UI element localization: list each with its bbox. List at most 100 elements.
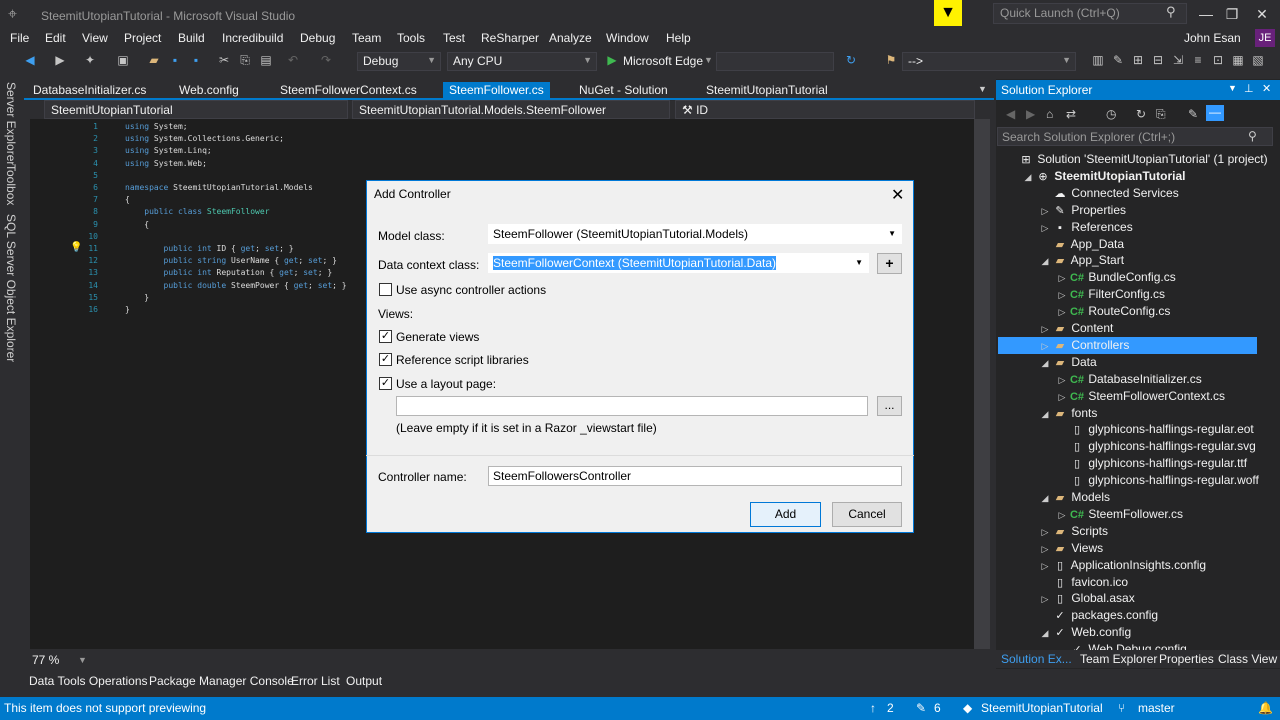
tab-class-view[interactable]: Class View — [1218, 652, 1277, 666]
generate-views-checkbox[interactable]: ✓ — [379, 330, 392, 343]
close-icon[interactable]: ✕ — [891, 185, 904, 205]
menu-window[interactable]: Window — [606, 31, 649, 45]
tab-nuget-solution[interactable]: NuGet - Solution — [573, 82, 674, 98]
add-data-context-button[interactable]: + — [877, 253, 902, 274]
cut-icon[interactable]: ✂ — [216, 52, 232, 68]
home-icon[interactable]: ⌂ — [1046, 107, 1053, 121]
code-line[interactable]: namespace SteemitUtopianTutorial.Models — [125, 182, 313, 194]
menu-edit[interactable]: Edit — [45, 31, 66, 45]
empty-toolbar-combo[interactable] — [716, 52, 834, 71]
code-line[interactable]: public class SteemFollower — [125, 206, 269, 218]
expander-icon[interactable]: ▷ — [1055, 507, 1069, 524]
tree-node[interactable]: ▷ C# FilterConfig.cs — [998, 286, 1257, 303]
tree-node[interactable]: ▯ glyphicons-halflings-regular.eot — [998, 421, 1257, 438]
code-line[interactable]: } — [125, 304, 130, 316]
server-explorer-tab[interactable]: Server Explorer — [4, 82, 18, 165]
chevron-down-icon[interactable]: ▼ — [1228, 83, 1237, 93]
tree-node[interactable]: ▷ ▰ Scripts — [998, 523, 1257, 540]
expander-icon[interactable]: ▷ — [1055, 372, 1069, 389]
wrench-icon[interactable]: ✎ — [1110, 52, 1126, 68]
tree-node[interactable]: ▷ C# BundleConfig.cs — [998, 269, 1257, 286]
data-context-select[interactable]: SteemFollowerContext (SteemitUtopianTuto… — [488, 253, 869, 273]
search-icon[interactable]: ⚲ — [1248, 129, 1257, 143]
tab-web-config[interactable]: Web.config — [173, 82, 245, 98]
run-target[interactable]: Microsoft Edge — [623, 54, 703, 68]
tab-data-tools-operations[interactable]: Data Tools Operations — [29, 674, 148, 688]
expander-icon[interactable]: ▷ — [1038, 220, 1052, 237]
tree-node[interactable]: ◢ ✓ Web.config — [998, 624, 1257, 641]
zoom-level[interactable]: 77 % — [32, 653, 59, 667]
code-line[interactable]: { — [125, 194, 130, 206]
extra-toolbar-combo[interactable]: --> ▼ — [902, 52, 1076, 71]
tree-node[interactable]: ▷ C# RouteConfig.cs — [998, 303, 1257, 320]
tab-team-explorer[interactable]: Team Explorer — [1080, 652, 1157, 666]
tree-node[interactable]: ▷ ▪ References — [998, 219, 1257, 236]
code-line[interactable]: public double SteemPower { get; set; } — [125, 280, 347, 292]
tab-steemfollower[interactable]: SteemFollower.cs — [443, 82, 550, 98]
avatar[interactable]: JE — [1255, 29, 1275, 47]
model-class-select[interactable]: SteemFollower (SteemitUtopianTutorial.Mo… — [488, 224, 902, 244]
wrench-icon[interactable]: ✎ — [1188, 107, 1198, 121]
tree-node[interactable]: ▷ ▰ Views — [998, 540, 1257, 557]
tree-node[interactable]: ▷ C# SteemFollowerContext.cs — [998, 388, 1257, 405]
sync-icon[interactable]: ⇄ — [1066, 107, 1076, 121]
menu-tools[interactable]: Tools — [397, 31, 425, 45]
code-line[interactable]: public int ID { get; set; } — [125, 243, 294, 255]
toolbox-tab[interactable]: Toolbox — [4, 164, 18, 205]
refresh-icon[interactable]: ↻ — [843, 52, 859, 68]
expander-icon[interactable]: ▷ — [1038, 203, 1052, 220]
tool-icon-9[interactable]: ▧ — [1250, 52, 1266, 68]
expander-icon[interactable]: ▷ — [1038, 321, 1052, 338]
minimize-button[interactable]: — — [1192, 4, 1220, 24]
menu-file[interactable]: File — [10, 31, 29, 45]
menu-project[interactable]: Project — [124, 31, 161, 45]
tree-node[interactable]: ◢ ▰ App_Start — [998, 252, 1257, 269]
tree-node[interactable]: ◢ ▰ Data — [998, 354, 1257, 371]
tool-icon-1[interactable]: ▥ — [1090, 52, 1106, 68]
tab-solution-explorer[interactable]: Solution Ex... — [1001, 652, 1072, 666]
notification-icon[interactable]: 🔔 — [1258, 701, 1273, 715]
tree-node[interactable]: ▷ ▯ ApplicationInsights.config — [998, 557, 1257, 574]
menu-test[interactable]: Test — [443, 31, 465, 45]
copy-icon[interactable]: ⎘ — [237, 52, 253, 68]
menu-view[interactable]: View — [82, 31, 108, 45]
menu-team[interactable]: Team — [352, 31, 381, 45]
tab-steemfollowercontext[interactable]: SteemFollowerContext.cs — [274, 82, 423, 98]
tree-node[interactable]: ☁ Connected Services — [998, 185, 1257, 202]
forward-icon[interactable]: ▶ — [1026, 107, 1035, 121]
back-icon[interactable]: ◀ — [1006, 107, 1015, 121]
copy-icon[interactable]: ⎘ — [1156, 107, 1166, 122]
expander-icon[interactable]: ▷ — [1055, 270, 1069, 287]
tree-node[interactable]: ▷ ▯ Global.asax — [998, 590, 1257, 607]
back-icon[interactable]: ◀ — [22, 52, 38, 68]
code-line[interactable]: { — [125, 219, 149, 231]
browse-button[interactable]: ... — [877, 396, 902, 416]
chevron-down-icon[interactable]: ▼ — [78, 655, 87, 665]
code-line[interactable]: public int Reputation { get; set; } — [125, 267, 333, 279]
solution-search-input[interactable]: Search Solution Explorer (Ctrl+;) — [997, 127, 1273, 146]
tree-node[interactable]: ▷ C# DatabaseInitializer.cs — [998, 371, 1257, 388]
editor-scrollbar[interactable] — [974, 119, 990, 649]
tab-package-manager-console[interactable]: Package Manager Console — [149, 674, 294, 688]
expander-icon[interactable]: ▷ — [1038, 541, 1052, 558]
code-line[interactable]: using System.Web; — [125, 158, 207, 170]
menu-help[interactable]: Help — [666, 31, 691, 45]
expander-icon[interactable]: ▷ — [1038, 558, 1052, 575]
platform-select[interactable]: Any CPU ▼ — [447, 52, 597, 71]
project-nav-select[interactable]: SteemitUtopianTutorial — [44, 100, 348, 119]
tree-node[interactable]: ◢ ⊕ SteemitUtopianTutorial — [998, 168, 1257, 185]
tree-node[interactable]: ▷ ▰ Controllers — [998, 336, 1257, 354]
tree-node[interactable]: ▷ C# SteemFollower.cs — [998, 506, 1257, 523]
search-icon[interactable]: ⚲ — [1166, 4, 1176, 20]
tree-node[interactable]: ◢ ▰ fonts — [998, 405, 1257, 422]
tab-databaseinitializer[interactable]: DatabaseInitializer.cs — [27, 82, 152, 98]
menu-analyze[interactable]: Analyze — [549, 31, 592, 45]
expander-icon[interactable]: ▷ — [1055, 389, 1069, 406]
tree-node[interactable]: ⊞ Solution 'SteemitUtopianTutorial' (1 p… — [998, 151, 1267, 168]
reference-scripts-checkbox[interactable]: ✓ — [379, 353, 392, 366]
forward-icon[interactable]: ▶ — [52, 52, 68, 68]
layout-page-checkbox[interactable]: ✓ — [379, 377, 392, 390]
tool-icon-3[interactable]: ⊞ — [1130, 52, 1146, 68]
tree-node[interactable]: ▯ glyphicons-halflings-regular.woff — [998, 472, 1259, 489]
tab-steemitutopiantutorial[interactable]: SteemitUtopianTutorial — [700, 82, 834, 98]
